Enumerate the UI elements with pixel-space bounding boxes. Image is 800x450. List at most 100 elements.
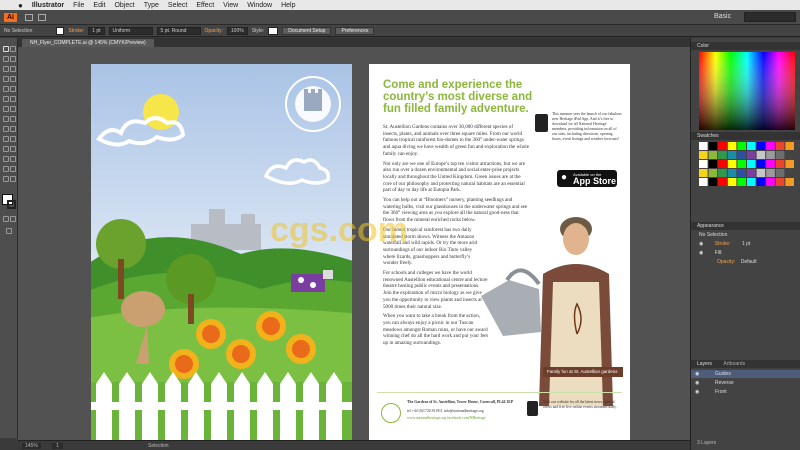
eyedropper-tool-icon[interactable] xyxy=(3,146,9,152)
tab-artboards[interactable]: Artboards xyxy=(723,361,745,367)
menu-window[interactable]: Window xyxy=(247,2,272,9)
layer-row-reverse[interactable]: ◉ Reverse xyxy=(691,379,800,387)
swatch xyxy=(747,160,756,168)
free-transform-tool-icon[interactable] xyxy=(10,116,16,122)
eraser-tool-icon[interactable] xyxy=(10,96,16,102)
swap-fill-stroke-icon[interactable] xyxy=(3,216,9,222)
flyer-text-artboard[interactable]: Come and experience the country’s most d… xyxy=(369,64,630,440)
document-setup-button[interactable]: Document Setup xyxy=(282,26,332,35)
appearance-stroke-row[interactable]: ◉ Stroke: 1 pt xyxy=(699,241,750,247)
menu-view[interactable]: View xyxy=(223,2,238,9)
swatch xyxy=(756,178,766,186)
menu-app-name[interactable]: Illustrator xyxy=(32,2,64,9)
preferences-button[interactable]: Preferences xyxy=(335,26,375,35)
menu-edit[interactable]: Edit xyxy=(93,2,105,9)
menu-type[interactable]: Type xyxy=(144,2,159,9)
selection-indicator: No Selection xyxy=(4,27,33,34)
artboard-tool-icon[interactable] xyxy=(3,166,9,172)
apple-icon[interactable]: ● xyxy=(18,1,23,10)
footer-contact: tel +44 (0)1726 811911 info@nationalheri… xyxy=(407,409,484,413)
width-tool-icon[interactable] xyxy=(3,116,9,122)
gradient-tool-icon[interactable] xyxy=(10,136,16,142)
swatch xyxy=(756,142,766,150)
style-swatch[interactable] xyxy=(268,26,279,35)
slice-tool-icon[interactable] xyxy=(10,166,16,172)
arrange-documents-icon[interactable] xyxy=(38,13,46,21)
swatch xyxy=(737,151,746,159)
swatches-panel-header[interactable]: Swatches xyxy=(691,132,800,140)
pen-tool-icon[interactable] xyxy=(3,66,9,72)
symbol-sprayer-tool-icon[interactable] xyxy=(3,156,9,162)
style-label: Style: xyxy=(251,27,265,34)
fill-swatch[interactable] xyxy=(56,26,65,35)
swatch xyxy=(766,169,775,177)
workspace-switcher[interactable]: Basic xyxy=(714,13,731,20)
color-panel-header[interactable]: Color xyxy=(691,42,800,50)
menu-help[interactable]: Help xyxy=(281,2,295,9)
lasso-tool-icon[interactable] xyxy=(10,56,16,62)
shape-builder-tool-icon[interactable] xyxy=(3,126,9,132)
mesh-tool-icon[interactable] xyxy=(3,136,9,142)
swatch xyxy=(766,178,775,186)
visibility-eye-icon[interactable]: ◉ xyxy=(699,250,703,256)
swatch xyxy=(718,169,727,177)
blob-brush-tool-icon[interactable] xyxy=(3,96,9,102)
direct-selection-tool-icon[interactable] xyxy=(10,46,16,52)
opacity-field[interactable]: 100% xyxy=(226,26,248,35)
type-tool-icon[interactable] xyxy=(10,66,16,72)
appearance-stroke-value: 1 pt xyxy=(742,241,751,247)
swatch xyxy=(747,151,756,159)
app-store-label: App Store xyxy=(573,176,617,186)
appearance-opacity-row[interactable]: Opacity: Default xyxy=(699,259,757,265)
photo-caption: Family fun at St. Austellion gardens xyxy=(543,367,623,377)
swatch-grid[interactable] xyxy=(699,142,795,220)
pencil-tool-icon[interactable] xyxy=(10,86,16,92)
application-bar: Ai Basic xyxy=(0,10,800,25)
flyer-cover-artboard[interactable] xyxy=(91,64,352,440)
bridge-icon[interactable] xyxy=(25,13,33,21)
zoom-tool-icon[interactable] xyxy=(10,176,16,182)
column-graph-tool-icon[interactable] xyxy=(10,156,16,162)
line-tool-icon[interactable] xyxy=(3,76,9,82)
flyer-headline: Come and experience the country’s most d… xyxy=(383,79,533,115)
hand-tool-icon[interactable] xyxy=(3,176,9,182)
tab-layers[interactable]: Layers xyxy=(697,361,712,367)
stroke-profile-dropdown[interactable]: Uniform xyxy=(108,26,153,35)
paintbrush-tool-icon[interactable] xyxy=(3,86,9,92)
app-store-badge[interactable]: ● Available on the App Store xyxy=(557,170,617,187)
artboard-navigator[interactable]: 1 xyxy=(52,443,63,449)
visibility-eye-icon[interactable]: ◉ xyxy=(699,241,703,247)
menu-select[interactable]: Select xyxy=(168,2,187,9)
blend-tool-icon[interactable] xyxy=(10,146,16,152)
zoom-level[interactable]: 145% xyxy=(22,443,41,449)
layer-visibility-icon[interactable]: ◉ xyxy=(695,370,699,378)
stroke-weight-field[interactable]: 1 pt xyxy=(88,26,105,35)
layer-visibility-icon[interactable]: ◉ xyxy=(695,379,699,387)
menu-effect[interactable]: Effect xyxy=(196,2,214,9)
selection-tool-icon[interactable] xyxy=(3,46,9,52)
status-selection-tool: Selection xyxy=(148,443,169,449)
menu-file[interactable]: File xyxy=(73,2,84,9)
layer-visibility-icon[interactable]: ◉ xyxy=(695,388,699,396)
document-tab[interactable]: NH_Flyer_COMPLETE.ai @ 145% (CMYK/Previe… xyxy=(22,39,154,47)
magic-wand-tool-icon[interactable] xyxy=(3,56,9,62)
color-spectrum[interactable] xyxy=(699,52,795,130)
stroke-color-icon[interactable] xyxy=(7,200,16,209)
layer-row-front[interactable]: ◉ Front xyxy=(691,388,800,396)
appearance-panel-header[interactable]: Appearance xyxy=(691,222,800,230)
screen-mode-icon[interactable] xyxy=(6,228,12,234)
brush-definition-dropdown[interactable]: 5 pt. Round xyxy=(156,26,201,35)
rectangle-tool-icon[interactable] xyxy=(10,76,16,82)
swatch xyxy=(727,160,737,168)
scale-tool-icon[interactable] xyxy=(10,106,16,112)
rotate-tool-icon[interactable] xyxy=(3,106,9,112)
perspective-grid-tool-icon[interactable] xyxy=(10,126,16,132)
layer-row-guides[interactable]: ◉ Guides xyxy=(691,370,800,378)
appearance-fill-row[interactable]: ◉ Fill: xyxy=(699,250,723,256)
artboard-canvas[interactable]: Come and experience the country’s most d… xyxy=(18,47,690,440)
swatch xyxy=(718,151,727,159)
menu-object[interactable]: Object xyxy=(114,2,134,9)
search-field[interactable] xyxy=(744,12,796,22)
swatch xyxy=(747,169,756,177)
drawing-mode-icon[interactable] xyxy=(10,216,16,222)
